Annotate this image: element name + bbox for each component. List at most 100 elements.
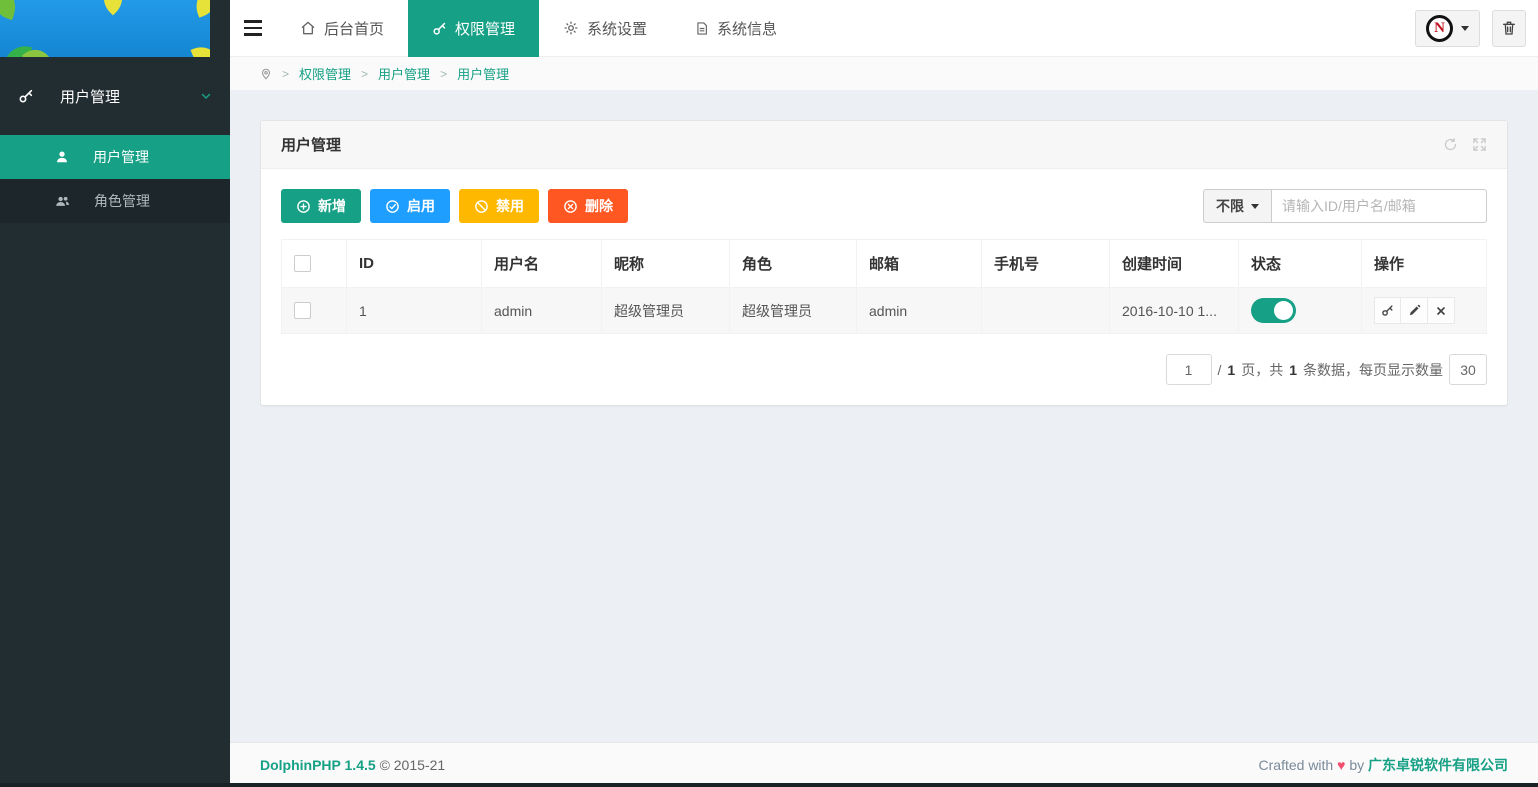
footer-by-text: by <box>1349 757 1364 773</box>
column-header-username[interactable]: 用户名 <box>482 240 602 288</box>
tab-system-settings[interactable]: 系统设置 <box>539 0 671 57</box>
top-navbar: 后台首页 权限管理 系统设置 <box>230 0 1538 57</box>
total-pages: 1 <box>1227 362 1235 378</box>
key-icon <box>18 88 34 104</box>
pencil-icon <box>1408 304 1421 317</box>
disable-button[interactable]: 禁用 <box>459 189 539 223</box>
column-header-nickname[interactable]: 昵称 <box>602 240 730 288</box>
sidebar-item-role-management[interactable]: 角色管理 <box>0 179 230 223</box>
user-management-panel: 用户管理 <box>260 120 1508 406</box>
row-actions <box>1374 297 1455 324</box>
key-icon <box>432 21 447 36</box>
pages-label: 页，共 <box>1241 360 1283 380</box>
plus-circle-icon <box>296 199 311 214</box>
bottom-strip <box>0 783 1538 787</box>
footer-copyright: © 2015-21 <box>380 757 446 773</box>
total-records: 1 <box>1289 362 1297 378</box>
column-header-status[interactable]: 状态 <box>1239 240 1362 288</box>
column-header-phone[interactable]: 手机号 <box>982 240 1110 288</box>
heart-icon: ♥ <box>1337 757 1345 773</box>
tab-permissions[interactable]: 权限管理 <box>408 0 539 57</box>
panel-tools <box>1443 137 1487 152</box>
leaf-decoration <box>95 0 132 15</box>
sidebar: 用户管理 用户管理 角色管理 <box>0 0 230 787</box>
breadcrumb-link[interactable]: 用户管理 <box>457 64 509 83</box>
users-icon <box>55 194 70 209</box>
gear-icon <box>563 20 579 36</box>
add-button-label: 新增 <box>318 196 346 216</box>
tab-system-info[interactable]: 系统信息 <box>671 0 801 57</box>
panel-body: 新增 启用 禁用 <box>261 169 1507 405</box>
chevron-down-icon <box>200 90 212 102</box>
enable-button[interactable]: 启用 <box>370 189 450 223</box>
breadcrumb-separator: > <box>282 67 289 81</box>
logo[interactable] <box>0 0 230 57</box>
cell-nickname: 超级管理员 <box>602 288 730 334</box>
caret-down-icon <box>1461 26 1469 31</box>
pagination: / 1 页，共 1 条数据，每页显示数量 <box>281 354 1487 385</box>
status-toggle[interactable] <box>1251 298 1296 323</box>
cell-id: 1 <box>347 288 482 334</box>
footer-crafted-text: Crafted with <box>1259 757 1334 773</box>
user-menu-button[interactable]: N <box>1415 10 1480 47</box>
column-header-email[interactable]: 邮箱 <box>857 240 982 288</box>
search-field-dropdown-label: 不限 <box>1216 196 1244 216</box>
tab-label: 系统设置 <box>587 18 647 39</box>
sidebar-item-user-management[interactable]: 用户管理 <box>0 135 230 179</box>
cell-created: 2016-10-10 1... <box>1110 288 1239 334</box>
edit-action-button[interactable] <box>1401 297 1428 324</box>
table-row: 1 admin 超级管理员 超级管理员 admin 2016-10-10 1..… <box>282 288 1487 334</box>
permissions-action-button[interactable] <box>1374 297 1401 324</box>
refresh-icon[interactable] <box>1443 137 1458 152</box>
search-group: 不限 <box>1203 189 1487 223</box>
search-input[interactable] <box>1271 189 1487 223</box>
column-header-role[interactable]: 角色 <box>730 240 857 288</box>
current-page-input[interactable] <box>1166 354 1212 385</box>
footer: DolphinPHP 1.4.5 © 2015-21 Crafted with … <box>230 742 1538 787</box>
page-size-input[interactable] <box>1449 354 1487 385</box>
x-icon <box>1435 305 1447 317</box>
cell-email: admin <box>857 288 982 334</box>
sidebar-item-label: 用户管理 <box>93 147 149 167</box>
add-button[interactable]: 新增 <box>281 189 361 223</box>
breadcrumb-separator: > <box>361 67 368 81</box>
row-checkbox[interactable] <box>294 302 311 319</box>
search-field-dropdown[interactable]: 不限 <box>1203 189 1271 223</box>
delete-action-button[interactable] <box>1428 297 1455 324</box>
breadcrumb-link[interactable]: 权限管理 <box>299 64 351 83</box>
sidebar-item-label: 角色管理 <box>94 191 150 211</box>
footer-company-link[interactable]: 广东卓锐软件有限公司 <box>1368 757 1508 773</box>
delete-button[interactable]: 删除 <box>548 189 628 223</box>
fullscreen-icon[interactable] <box>1472 137 1487 152</box>
leaf-decoration <box>191 42 210 57</box>
cell-role: 超级管理员 <box>730 288 857 334</box>
sidebar-submenu: 用户管理 角色管理 <box>0 135 230 223</box>
navbar-right: N <box>1415 10 1526 47</box>
table-header-row: ID 用户名 昵称 角色 邮箱 手机号 创建时间 状态 操作 <box>282 240 1487 288</box>
breadcrumb-link[interactable]: 用户管理 <box>378 64 430 83</box>
footer-brand-link[interactable]: DolphinPHP 1.4.5 <box>260 757 376 773</box>
delete-button-label: 删除 <box>585 196 613 216</box>
home-icon <box>300 20 316 36</box>
tab-home[interactable]: 后台首页 <box>276 0 408 57</box>
cell-phone <box>982 288 1110 334</box>
sidebar-toggle-button[interactable] <box>230 0 276 57</box>
enable-button-label: 启用 <box>407 196 435 216</box>
select-all-checkbox[interactable] <box>294 255 311 272</box>
check-circle-icon <box>385 199 400 214</box>
user-icon <box>55 150 69 164</box>
records-label: 条数据，每页显示数量 <box>1303 360 1443 380</box>
column-header-id[interactable]: ID <box>347 240 482 288</box>
leaf-decoration <box>190 0 210 18</box>
avatar: N <box>1426 15 1453 42</box>
tab-label: 权限管理 <box>455 18 515 39</box>
sidebar-group-user-management[interactable]: 用户管理 <box>0 57 230 135</box>
clear-cache-button[interactable] <box>1492 10 1526 47</box>
column-header-created[interactable]: 创建时间 <box>1110 240 1239 288</box>
tab-label: 后台首页 <box>324 18 384 39</box>
main-column: 后台首页 权限管理 系统设置 <box>230 0 1538 787</box>
panel-header: 用户管理 <box>261 121 1507 169</box>
page-title: 用户管理 <box>281 134 341 155</box>
breadcrumb: > 权限管理 > 用户管理 > 用户管理 <box>230 57 1538 90</box>
disable-button-label: 禁用 <box>496 196 524 216</box>
